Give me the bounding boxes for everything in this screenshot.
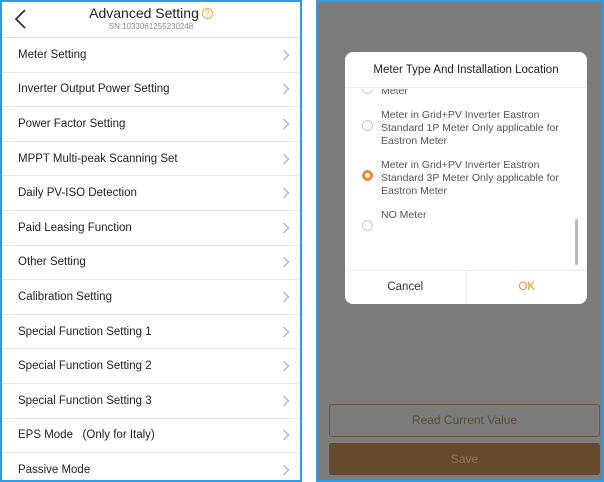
chevron-right-icon	[283, 429, 290, 441]
radio-button[interactable]	[362, 220, 373, 231]
chevron-right-icon	[283, 118, 290, 130]
menu-item-eps-mode[interactable]: EPS Mode (Only for Italy)	[2, 419, 300, 454]
menu-item-other-setting[interactable]: Other Setting	[2, 246, 300, 281]
radio-button[interactable]	[362, 89, 373, 94]
menu-item-label: Paid Leasing Function	[18, 221, 132, 234]
page-title-text: Advanced Setting	[89, 5, 199, 21]
chevron-right-icon	[283, 153, 290, 165]
menu-item-special-function-1[interactable]: Special Function Setting 1	[2, 315, 300, 350]
advanced-setting-screen: Advanced Setting? SN:1033061255230248 Me…	[0, 0, 302, 482]
radio-button-selected[interactable]	[362, 170, 373, 181]
menu-item-special-function-2[interactable]: Special Function Setting 2	[2, 349, 300, 384]
menu-item-label: EPS Mode (Only for Italy)	[18, 429, 155, 442]
chevron-right-icon	[283, 256, 290, 268]
menu-item-label: Special Function Setting 1	[18, 325, 152, 338]
menu-item-label: Special Function Setting 3	[18, 394, 152, 407]
menu-item-mppt-scanning[interactable]: MPPT Multi-peak Scanning Set	[2, 142, 300, 177]
chevron-right-icon	[283, 49, 290, 61]
option-no-meter[interactable]: NO Meter	[345, 209, 587, 231]
menu-item-label: Other Setting	[18, 256, 86, 269]
dialog-button-bar: Cancel OK	[345, 270, 587, 304]
cancel-button[interactable]: Cancel	[345, 271, 467, 304]
menu-item-label: Passive Mode	[18, 464, 91, 477]
menu-item-inverter-output-power[interactable]: Inverter Output Power Setting	[2, 73, 300, 108]
settings-menu: Meter Setting Inverter Output Power Sett…	[2, 38, 300, 480]
chevron-right-icon	[283, 291, 290, 303]
option-meter-only[interactable]: Meter Only applicable for Eastron Meter	[345, 89, 587, 98]
dialog-scrollbar[interactable]	[575, 219, 578, 265]
menu-item-label: Special Function Setting 2	[18, 360, 152, 373]
menu-item-pv-iso-detection[interactable]: Daily PV-ISO Detection	[2, 176, 300, 211]
menu-item-power-factor[interactable]: Power Factor Setting	[2, 107, 300, 142]
option-label: Meter in Grid+PV Inverter Eastron Standa…	[381, 159, 559, 197]
chevron-right-icon	[283, 222, 290, 234]
menu-item-label: Power Factor Setting	[18, 117, 126, 130]
option-label: Meter in Grid+PV Inverter Eastron Standa…	[381, 109, 559, 147]
save-button[interactable]: Save	[329, 443, 600, 475]
option-label: NO Meter	[381, 209, 427, 221]
menu-item-label: Meter Setting	[18, 48, 87, 61]
option-grid-pv-3p[interactable]: Meter in Grid+PV Inverter Eastron Standa…	[345, 159, 587, 198]
dialog-options-list[interactable]: Meter Only applicable for Eastron Meter …	[345, 89, 587, 269]
chevron-right-icon	[283, 326, 290, 337]
serial-number: SN:1033061255230248	[108, 22, 194, 31]
help-icon[interactable]: ?	[201, 8, 213, 19]
option-label: Meter Only applicable for Eastron Meter	[381, 89, 408, 97]
option-grid-pv-1p[interactable]: Meter in Grid+PV Inverter Eastron Standa…	[345, 109, 587, 148]
chevron-right-icon	[283, 360, 290, 372]
page-title: Advanced Setting?	[2, 5, 300, 21]
chevron-right-icon	[283, 395, 290, 407]
meter-setting-screen: Read Current Value Save Meter Type And I…	[316, 0, 604, 482]
chevron-right-icon	[283, 187, 290, 199]
menu-item-calibration[interactable]: Calibration Setting	[2, 280, 300, 315]
menu-item-passive-mode[interactable]: Passive Mode	[2, 453, 300, 480]
chevron-right-icon	[283, 83, 290, 95]
chevron-right-icon	[283, 464, 290, 476]
menu-item-label: Daily PV-ISO Detection	[18, 187, 137, 200]
meter-type-dialog: Meter Type And Installation Location Met…	[345, 52, 587, 304]
dialog-title: Meter Type And Installation Location	[345, 52, 587, 88]
menu-item-special-function-3[interactable]: Special Function Setting 3	[2, 384, 300, 419]
radio-button[interactable]	[362, 120, 373, 131]
menu-item-label: Inverter Output Power Setting	[18, 83, 170, 96]
menu-item-paid-leasing[interactable]: Paid Leasing Function	[2, 211, 300, 246]
header-bar: Advanced Setting? SN:1033061255230248	[2, 2, 300, 38]
read-current-value-button[interactable]: Read Current Value	[329, 404, 600, 437]
ok-button[interactable]: OK	[467, 271, 588, 304]
menu-item-label: Calibration Setting	[18, 290, 112, 303]
menu-item-label: MPPT Multi-peak Scanning Set	[18, 152, 178, 165]
menu-item-meter-setting[interactable]: Meter Setting	[2, 38, 300, 73]
